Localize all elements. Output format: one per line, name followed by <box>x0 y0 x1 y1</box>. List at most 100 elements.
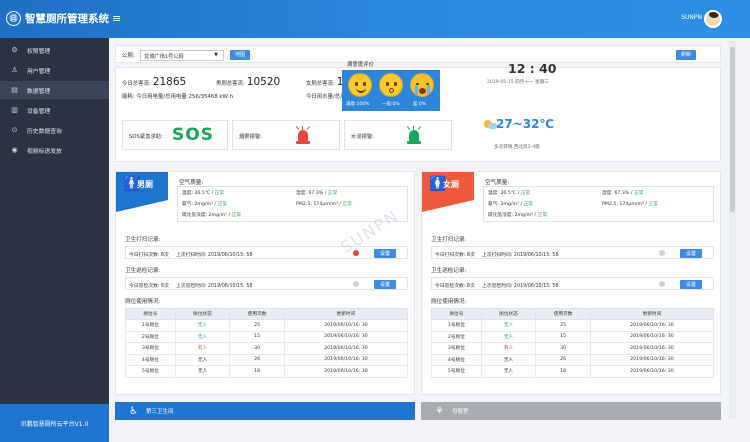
use-count: 15 <box>229 330 285 343</box>
data-icon: ▤ <box>11 86 18 94</box>
use-count: 25 <box>535 319 591 332</box>
smoke-alarm-label: 烟雾报警: <box>239 134 262 140</box>
ammonia-value: 氨气: 2mg/m³ <box>488 202 519 207</box>
ammonia-value: 氨气: 2mg/m³ <box>182 202 213 207</box>
tab-accessible-restroom[interactable]: ♿ 第三卫生间 <box>115 402 415 420</box>
sos-card: SOS紧急求助: SOS <box>122 120 228 150</box>
menu-toggle-icon[interactable]: ≡ <box>112 12 121 25</box>
pm25: PM2.5: 174μm/m³ / 正常 <box>296 202 352 207</box>
header-stall-status: 厕位状态 <box>174 308 231 320</box>
vertical-scrollbar[interactable] <box>729 41 736 419</box>
map-button[interactable]: 地图 <box>230 49 250 60</box>
clock-time: 12 : 40 <box>508 61 557 76</box>
power-usage: 能耗: 今日用电量/总用电量:256/35468 kW·h <box>122 94 234 100</box>
cleaning-last-time: 上次打扫时间: 2019/06/10/15: 58 <box>176 252 253 258</box>
sidebar-item-label: 权限管理 <box>27 48 51 55</box>
status-ok: 正常 <box>537 213 548 218</box>
inspection-settings-button[interactable]: 设置 <box>374 279 396 289</box>
cleaning-status-dot <box>659 250 665 256</box>
stall-status: 无人 <box>480 319 537 332</box>
status-ok: 正常 <box>633 191 644 196</box>
sidebar-item-video[interactable]: ◉ 视频标语发放 <box>0 141 109 159</box>
humidity-value: 湿度: 67.3% <box>602 191 630 196</box>
male-title: 男厕 <box>137 180 153 189</box>
table-row: 4号厕位 无人 26 2019/06/10/16: 30 <box>125 353 409 366</box>
ammonia: 氨气: 2mg/m³ / 正常 <box>182 202 227 207</box>
male-flow-label: 男厕总客流: <box>216 81 245 87</box>
refresh-button[interactable]: 刷新 <box>676 49 696 60</box>
today-flow: 今日总客流: 21865 <box>122 76 186 88</box>
table-row: 3号厕位 有人 30 2019/06/10/16: 30 <box>125 342 409 355</box>
use-count: 26 <box>535 353 591 366</box>
smoke-alarm-card: 烟雾报警: <box>232 120 340 150</box>
sidebar-item-users[interactable]: ♙ 用户管理 <box>0 61 109 79</box>
today-flow-value: 21865 <box>152 76 187 88</box>
scrollbar-thumb[interactable] <box>730 47 735 212</box>
female-toilet-panel: 🚺 女厕 空气质量: 温度: 26.5℃ / 正常 湿度: 67.3% / 正常… <box>421 171 721 395</box>
male-ribbon: 🚹 男厕 <box>116 172 168 212</box>
inspection-status-dot <box>353 281 359 287</box>
weather-desc: 多云转晴 西北风3-4级 <box>494 145 540 150</box>
mother-baby-icon: ⚘ <box>435 405 444 417</box>
stall-no: 2号厕位 <box>431 330 482 343</box>
stall-no: 5号厕位 <box>431 365 482 378</box>
today-flow-label: 今日总客流: <box>122 81 151 87</box>
h2s: 硫化氢浓度: 2mg/m³ / 正常 <box>488 213 548 218</box>
update-time: 2019/06/10/16: 30 <box>589 342 715 355</box>
table-row: 5号厕位 无人 18 2019/06/10/16: 30 <box>431 365 715 378</box>
air-quality-title: 空气质量: <box>179 180 204 186</box>
status-ok: 正常 <box>648 202 658 207</box>
inspection-last-time: 上次巡检时间: 2019/06/10/15: 58 <box>482 283 559 289</box>
use-count: 15 <box>535 330 591 343</box>
cleaning-settings-button[interactable]: 设置 <box>374 248 396 258</box>
stall-no: 2号厕位 <box>125 330 176 343</box>
sidebar-item-devices[interactable]: ▥ 设备管理 <box>0 101 109 119</box>
satisfaction-box: 满意:100% 一般:0% 差:0% <box>342 70 440 111</box>
air-quality-grid: 温度: 26.5℃ / 正常 湿度: 67.3% / 正常 氨气: 2mg/m³… <box>483 186 714 222</box>
satisfaction-title: 满意度评价 <box>347 62 374 68</box>
logo-icon: ㊐ <box>6 11 21 26</box>
table-row: 5号厕位 无人 18 2019/06/10/16: 30 <box>125 365 409 378</box>
inspection-settings-button[interactable]: 设置 <box>680 279 702 289</box>
pm25: PM2.5: 174μm/m³ / 正常 <box>602 202 658 207</box>
status-ok: 正常 <box>214 191 225 196</box>
status-ok: 正常 <box>327 191 338 196</box>
dashboard: ㊐ 智慧厕所管理系统 ≡ SUNPN ⚙ 权限管理 ♙ 用户管理 ▤ 数据管理 … <box>0 0 750 442</box>
avatar[interactable] <box>704 10 722 28</box>
table-row: 2号厕位 无人 15 2019/06/10/16: 30 <box>125 330 409 343</box>
user-name[interactable]: SUNPN <box>681 14 702 21</box>
toilet-select-label: 公厕: <box>122 53 135 59</box>
pm25-value: PM2.5: 174μm/m³ <box>296 202 338 207</box>
sidebar-item-permissions[interactable]: ⚙ 权限管理 <box>0 41 109 59</box>
update-time: 2019/06/10/16: 30 <box>283 330 409 343</box>
sidebar-item-data[interactable]: ▤ 数据管理 <box>0 81 109 99</box>
header-stall-no: 厕位号 <box>125 308 176 320</box>
users-icon: ♙ <box>11 66 18 74</box>
table-header-row: 厕位号 厕位状态 使用次数 更新时间 <box>431 308 715 320</box>
air-quality-title: 空气质量: <box>485 180 510 186</box>
cleaning-settings-button[interactable]: 设置 <box>680 248 702 258</box>
male-flow-value: 10520 <box>246 76 281 88</box>
table-row: 1号厕位 无人 25 2019/06/10/16: 30 <box>431 319 715 332</box>
temperature: 温度: 26.5℃ / 正常 <box>182 191 225 196</box>
h2s-value: 硫化氢浓度: 2mg/m³ <box>182 213 228 218</box>
stall-no: 1号厕位 <box>125 319 176 332</box>
sidebar-item-history[interactable]: ⊙ 历史数据查询 <box>0 121 109 139</box>
status-ok: 正常 <box>217 202 227 207</box>
status-ok: 正常 <box>231 213 242 218</box>
tab-mother-baby-room[interactable]: ⚘ 母婴室 <box>421 402 721 420</box>
smoke-alarm-lamp-icon <box>295 126 311 144</box>
toilet-select[interactable]: 龙城广场1号公厕 ▼ <box>140 49 224 61</box>
happy-face-icon <box>348 73 372 97</box>
use-count: 30 <box>229 342 285 355</box>
temperature-value: 温度: 26.5℃ <box>182 191 211 196</box>
stall-no: 4号厕位 <box>431 353 482 366</box>
water-alarm-label: 水浸报警: <box>351 134 374 140</box>
header-stall-no: 厕位号 <box>431 308 482 320</box>
top-bar: ㊐ 智慧厕所管理系统 ≡ SUNPN <box>0 0 750 38</box>
table-row: 3号厕位 有人 30 2019/06/10/16: 30 <box>431 342 715 355</box>
female-ribbon: 🚺 女厕 <box>422 172 474 212</box>
inspection-status-dot <box>659 281 665 287</box>
setting-icon: ⚙ <box>11 46 18 54</box>
table-row: 1号厕位 无人 25 2019/06/10/16: 30 <box>125 319 409 332</box>
